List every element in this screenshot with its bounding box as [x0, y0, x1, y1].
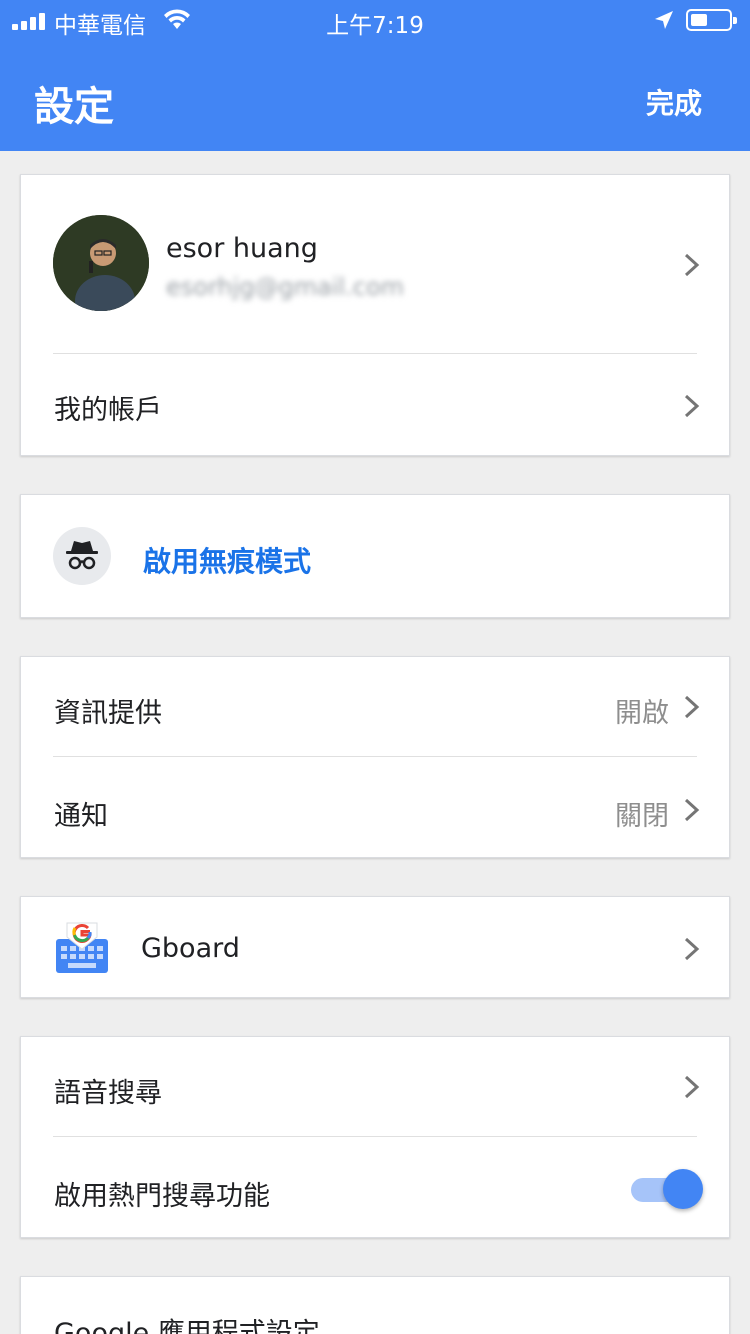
- feed-card: 資訊提供 開啟 通知 關閉: [20, 656, 730, 858]
- trending-toggle[interactable]: [631, 1169, 703, 1209]
- account-email: esorhjg@gmail.com: [166, 273, 405, 301]
- feed-label: 資訊提供: [54, 698, 162, 729]
- incognito-icon: [53, 527, 111, 585]
- chevron-right-icon: [684, 253, 700, 277]
- account-name: esor huang: [166, 233, 318, 264]
- incognito-label: 啟用無痕模式: [143, 545, 312, 578]
- voice-search-row[interactable]: 語音搜尋: [21, 1037, 729, 1136]
- page-title: 設定: [34, 84, 114, 130]
- notifications-label: 通知: [54, 801, 108, 832]
- incognito-row[interactable]: 啟用無痕模式: [21, 495, 729, 617]
- avatar: [53, 215, 149, 311]
- battery-level: [691, 14, 707, 26]
- toggle-knob: [663, 1169, 703, 1209]
- feed-value: 開啟: [615, 698, 669, 729]
- feed-row[interactable]: 資訊提供 開啟: [21, 657, 729, 756]
- gboard-icon: [54, 919, 110, 975]
- notifications-row[interactable]: 通知 關閉: [21, 757, 729, 858]
- incognito-card: 啟用無痕模式: [20, 494, 730, 618]
- search-options-card: 語音搜尋 啟用熱門搜尋功能: [20, 1036, 730, 1238]
- app-settings-row[interactable]: Google 應用程式設定: [21, 1277, 729, 1334]
- chevron-right-icon: [684, 798, 700, 822]
- location-arrow-icon: [655, 11, 673, 29]
- app-settings-label: Google 應用程式設定: [54, 1318, 320, 1334]
- voice-search-label: 語音搜尋: [54, 1078, 162, 1109]
- my-account-label: 我的帳戶: [54, 395, 162, 426]
- status-time: 上午7:19: [326, 13, 424, 39]
- account-row[interactable]: esor huang esorhjg@gmail.com: [21, 175, 729, 353]
- my-account-row[interactable]: 我的帳戶: [21, 354, 729, 456]
- app-header: 中華電信 上午7:19 設定 完成: [0, 0, 750, 151]
- chevron-right-icon: [684, 695, 700, 719]
- chevron-right-icon: [684, 1075, 700, 1099]
- gboard-row[interactable]: Gboard: [21, 897, 729, 997]
- trending-label: 啟用熱門搜尋功能: [54, 1181, 270, 1212]
- status-bar: 中華電信 上午7:19: [0, 0, 750, 42]
- account-card: esor huang esorhjg@gmail.com 我的帳戶: [20, 174, 730, 456]
- battery-icon: [686, 9, 737, 31]
- gboard-label: Gboard: [141, 933, 240, 964]
- chevron-right-icon: [684, 937, 700, 961]
- trending-row: 啟用熱門搜尋功能: [21, 1137, 729, 1238]
- app-settings-card: Google 應用程式設定: [20, 1276, 730, 1334]
- chevron-right-icon: [684, 394, 700, 418]
- gboard-card: Gboard: [20, 896, 730, 998]
- notifications-value: 關閉: [615, 801, 669, 832]
- done-button[interactable]: 完成: [646, 82, 702, 122]
